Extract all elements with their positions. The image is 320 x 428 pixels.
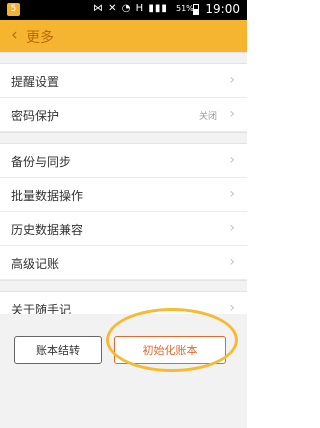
menu-item-batch-data[interactable]: 批量数据操作 › [0,178,247,212]
menu-item-label: 密码保护 [11,109,60,123]
back-arrow-icon[interactable]: ‹ [11,25,18,45]
clock: 19:00 [205,2,240,16]
battery-icon [193,4,199,15]
chevron-right-icon: › [229,106,235,122]
settings-list: 提醒设置 › 密码保护 关闭 › 备份与同步 › 批量数据操作 › 历史数据兼容… [0,52,247,326]
ledger-transfer-button[interactable]: 账本结转 [14,336,102,364]
chevron-right-icon: › [229,186,235,202]
group-divider [0,52,247,64]
menu-item-value: 关闭 [198,112,217,122]
menu-item-label: 历史数据兼容 [11,223,84,237]
nav-bar: ‹ 更多 [0,20,247,52]
menu-item-history-compat[interactable]: 历史数据兼容 › [0,212,247,246]
chevron-right-icon: › [229,152,235,168]
menu-item-password[interactable]: 密码保护 关闭 › [0,98,247,132]
menu-item-label: 批量数据操作 [11,189,84,203]
menu-item-reminder[interactable]: 提醒设置 › [0,64,247,98]
page-title: 更多 [26,30,54,46]
group-divider [0,132,247,144]
chevron-right-icon: › [229,254,235,270]
menu-item-backup[interactable]: 备份与同步 › [0,144,247,178]
chevron-right-icon: › [229,72,235,88]
bottom-actions: 账本结转 初始化账本 [0,308,247,428]
group-divider [0,280,247,292]
menu-item-label: 提醒设置 [11,75,60,89]
status-icons: ⋈ ✕ ◔ H ▮▮▮ [93,3,168,14]
menu-item-label: 备份与同步 [11,155,72,169]
highlight-ellipse [106,308,238,372]
menu-item-advanced[interactable]: 高级记账 › [0,246,247,280]
menu-item-label: 高级记账 [11,257,60,271]
chevron-right-icon: › [229,220,235,236]
app-notification-icon: 5 [7,3,20,16]
status-bar: 5 ⋈ ✕ ◔ H ▮▮▮ 51% 19:00 [0,0,247,20]
battery-percent: 51% [176,4,194,13]
